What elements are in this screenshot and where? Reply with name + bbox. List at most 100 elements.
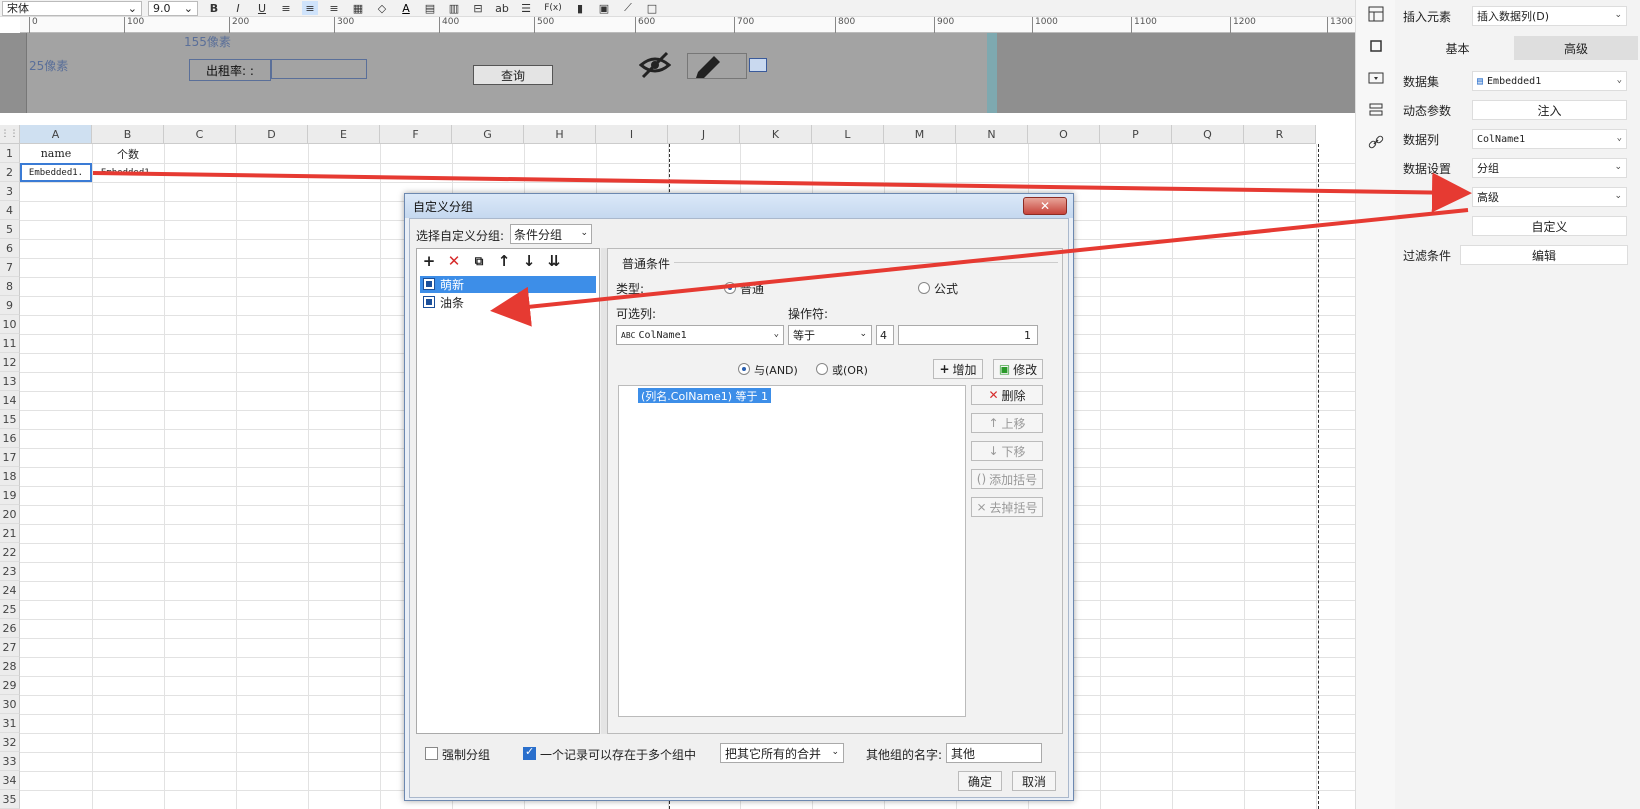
column-header[interactable]: R [1244,125,1316,144]
row-header[interactable]: 6 [0,239,20,258]
column-header[interactable]: A [20,125,92,144]
column-header[interactable]: C [164,125,236,144]
operator-select[interactable]: 等于 ⌄ [788,325,872,345]
move-up-button[interactable]: ↑ 上移 [971,413,1043,433]
delete-icon[interactable]: ✕ [446,252,462,270]
row-header[interactable]: 32 [0,733,20,752]
column-header[interactable]: L [812,125,884,144]
copy-icon[interactable]: ⧉ [471,253,487,269]
row-header[interactable]: 17 [0,448,20,467]
row-header[interactable]: 21 [0,524,20,543]
tab-basic[interactable]: 基本 [1401,36,1514,60]
image-icon[interactable]: ▣ [596,1,612,15]
tab-advanced[interactable]: 高级 [1514,36,1638,60]
cell-a2[interactable]: Embedded1. [20,163,92,182]
row-header[interactable]: 23 [0,562,20,581]
add-icon[interactable]: + [421,252,437,270]
row-header[interactable]: 33 [0,752,20,771]
row-header[interactable]: 1 [0,144,20,163]
group-type-select[interactable]: 条件分组 ⌄ [510,224,592,244]
type-formula-radio[interactable] [918,282,930,294]
rental-rate-input[interactable] [271,59,367,79]
form-boundary-bar[interactable] [987,33,997,113]
row-header[interactable]: 15 [0,410,20,429]
ok-button[interactable]: 确定 [958,771,1002,791]
slash-icon[interactable]: ⟋ [620,1,636,15]
row-header[interactable]: 11 [0,334,20,353]
row-header[interactable]: 5 [0,220,20,239]
add-paren-button[interactable]: () 添加括号 [971,469,1043,489]
advanced-select[interactable]: 高级 ⌄ [1472,187,1627,207]
row-header[interactable]: 12 [0,353,20,372]
column-header[interactable]: J [668,125,740,144]
row-header[interactable]: 2 [0,163,20,182]
rental-rate-label[interactable]: 出租率: : [189,59,271,81]
column-header[interactable]: P [1100,125,1172,144]
modify-condition-button[interactable]: ▣ 修改 [993,359,1043,379]
row-header[interactable]: 25 [0,600,20,619]
value-input[interactable]: 1 [898,325,1038,345]
row-header[interactable]: 34 [0,771,20,790]
force-group-checkbox[interactable] [425,747,438,760]
insert-row-icon[interactable]: ⊟ [470,1,486,15]
sort-icon[interactable]: ⇊ [546,252,562,270]
column-header[interactable]: E [308,125,380,144]
row-header[interactable]: 26 [0,619,20,638]
crop-icon[interactable] [1368,38,1384,54]
row-header[interactable]: 16 [0,429,20,448]
multi-group-checkbox[interactable] [523,745,536,760]
query-button[interactable]: 查询 [473,65,553,85]
data-setting-select[interactable]: 分组 ⌄ [1472,158,1627,178]
or-radio[interactable] [816,363,828,375]
move-down-button[interactable]: ↓ 下移 [971,441,1043,461]
merge-cell-icon[interactable]: ▤ [422,1,438,15]
condition-list[interactable]: (列名.ColName1) 等于 1 [618,385,966,717]
dialog-titlebar[interactable]: 自定义分组 ✕ [405,194,1073,218]
data-column-select[interactable]: ColName1 ⌄ [1472,129,1627,149]
parameter-form-area[interactable]: 155像素 25像素 出租率: : 查询 [20,33,1355,113]
row-header[interactable]: 9 [0,296,20,315]
column-header[interactable]: G [452,125,524,144]
row-header[interactable]: 13 [0,372,20,391]
row-header[interactable]: 7 [0,258,20,277]
underline-button[interactable]: U [254,1,270,15]
column-header[interactable]: D [236,125,308,144]
condition-item[interactable]: (列名.ColName1) 等于 1 [638,388,771,403]
row-header[interactable]: 22 [0,543,20,562]
split-cell-icon[interactable]: ▥ [446,1,462,15]
arrow-up-icon[interactable]: ↑ [496,252,512,270]
edit-widget-box[interactable] [687,53,747,79]
frame-icon[interactable]: □ [644,1,660,15]
row-header[interactable]: 8 [0,277,20,296]
italic-button[interactable]: I [230,1,246,15]
link-icon[interactable] [1368,134,1384,150]
wrap-text-button[interactable]: ab [494,1,510,15]
cell-b2[interactable]: Embedded1. [92,163,164,182]
column-header[interactable]: O [1028,125,1100,144]
select-all-corner[interactable]: ⋮⋮ [0,125,20,144]
chart-icon[interactable]: ▮ [572,1,588,15]
paragraph-icon[interactable]: ☰ [518,1,534,15]
text-color-button[interactable]: A [398,1,414,15]
row-header[interactable]: 3 [0,182,20,201]
insert-element-select[interactable]: 插入数据列(D) ⌄ [1472,6,1627,26]
row-header[interactable]: 18 [0,467,20,486]
type-normal-radio[interactable] [724,282,736,294]
column-header[interactable]: M [884,125,956,144]
bold-button[interactable]: B [206,1,222,15]
row-header[interactable]: 28 [0,657,20,676]
formula-button[interactable]: F(x) [542,1,564,15]
remove-paren-button[interactable]: ⨯ 去掉括号 [971,497,1043,517]
column-header[interactable]: H [524,125,596,144]
close-button[interactable]: ✕ [1023,197,1067,215]
dropdown-widget-icon[interactable] [749,58,767,72]
merge-option-select[interactable]: 把其它所有的合并 ⌄ [720,743,844,763]
align-right-icon[interactable]: ≡ [326,1,342,15]
delete-condition-button[interactable]: ✕ 删除 [971,385,1043,405]
column-header[interactable]: K [740,125,812,144]
and-radio[interactable] [738,363,750,375]
form-canvas[interactable]: 155像素 25像素 出租率: : 查询 [26,33,987,113]
cell-b1[interactable]: 个数 [92,144,164,163]
row-header[interactable]: 20 [0,505,20,524]
filter-edit-button[interactable]: 编辑 [1460,245,1628,265]
